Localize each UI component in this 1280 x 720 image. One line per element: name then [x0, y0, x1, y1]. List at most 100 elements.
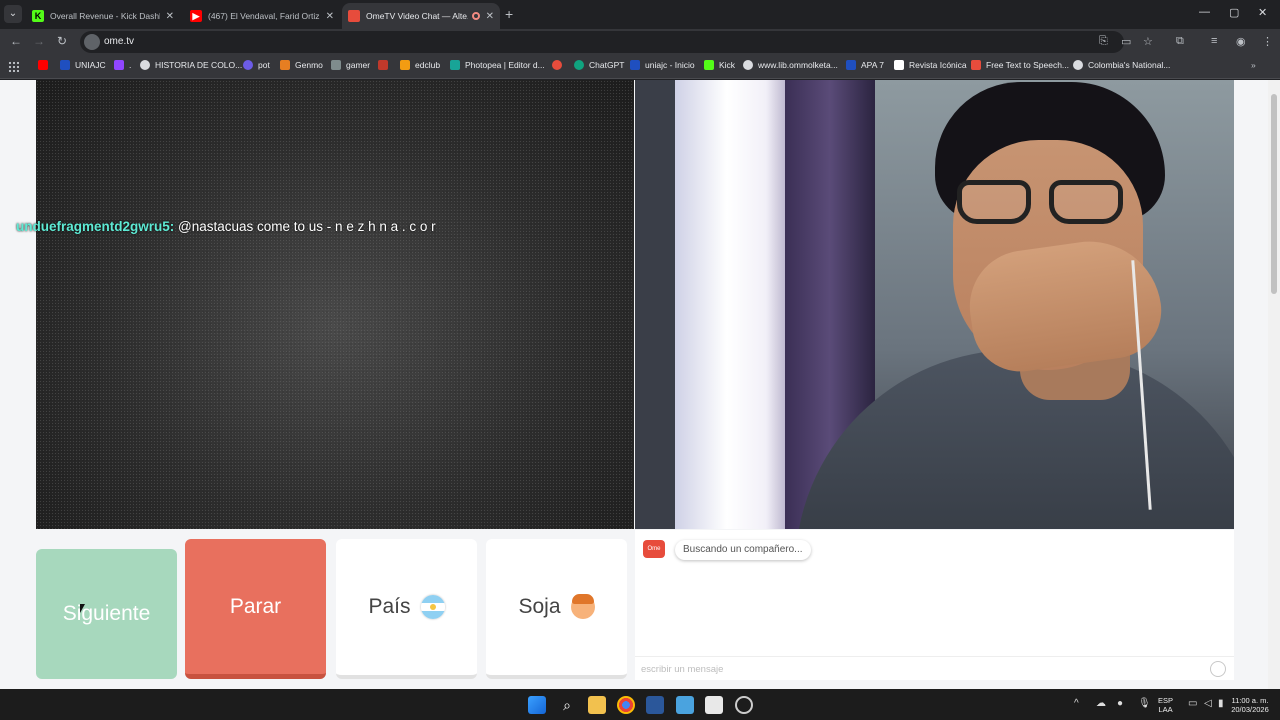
- app-icon[interactable]: [676, 696, 694, 714]
- language-code: ESP: [1158, 696, 1174, 705]
- bookmark-item[interactable]: edclub: [400, 60, 440, 70]
- chrome-icon[interactable]: [617, 696, 635, 714]
- bookmark-label: edclub: [415, 60, 441, 70]
- clock-time: 11:00 a. m.: [1231, 696, 1269, 705]
- bookmark-star-icon[interactable]: ☆: [1143, 35, 1153, 48]
- bookmark-item[interactable]: .: [114, 60, 131, 70]
- bookmark-favicon: [894, 60, 904, 70]
- close-icon[interactable]: ✕: [326, 11, 334, 22]
- windows-taskbar: ⌕ ^ ☁ ● 🎙 ESP LAA ▭ ◁ ▮ 11:00 a. m. 20/0…: [0, 689, 1280, 720]
- tray-app-icon[interactable]: ●: [1117, 698, 1123, 709]
- search-icon[interactable]: ⌕: [558, 696, 576, 714]
- bookmark-item[interactable]: Kick: [704, 60, 735, 70]
- chat-logo-text: Ome TV: [647, 546, 661, 570]
- translate-icon[interactable]: ⎘: [1099, 35, 1108, 48]
- store-icon[interactable]: [705, 696, 723, 714]
- bookmark-item[interactable]: Genmo: [280, 60, 323, 70]
- bookmark-item[interactable]: [38, 60, 53, 70]
- clock[interactable]: 11:00 a. m. 20/03/2026: [1224, 696, 1276, 714]
- bookmark-favicon: [400, 60, 410, 70]
- bookmark-label: Revista Icónica: [909, 60, 967, 70]
- bookmark-item[interactable]: gamer: [331, 60, 370, 70]
- chatgpt-icon: [574, 60, 584, 70]
- globe-icon: [1073, 60, 1083, 70]
- reload-icon[interactable]: ↻: [57, 34, 67, 48]
- recording-app-icon[interactable]: [735, 696, 753, 714]
- status-text: Buscando un compañero...: [683, 544, 803, 555]
- video-person-glasses: [957, 180, 1127, 228]
- volume-icon[interactable]: ◁: [1204, 698, 1212, 709]
- clock-date: 20/03/2026: [1231, 705, 1269, 714]
- bookmark-label: Genmo: [295, 60, 323, 70]
- battery-icon[interactable]: ▮: [1218, 698, 1224, 709]
- tab-search-button[interactable]: ⌄: [4, 5, 22, 23]
- bookmark-item[interactable]: HISTORIA DE COLO...: [140, 60, 242, 70]
- stop-button[interactable]: Parar: [185, 539, 326, 679]
- bookmark-item[interactable]: Colombia's National...: [1073, 60, 1170, 70]
- tab-kick-dashboard[interactable]: K Overall Revenue - Kick Dashbo... ✕: [26, 3, 180, 29]
- bookmark-item[interactable]: UNIAJC: [60, 60, 106, 70]
- address-bar[interactable]: ome.tv: [80, 31, 1124, 53]
- scrollbar-thumb[interactable]: [1271, 94, 1277, 294]
- page-scrollbar[interactable]: [1268, 80, 1280, 689]
- tab-title: Overall Revenue - Kick Dashbo...: [50, 11, 160, 21]
- close-icon[interactable]: ✕: [486, 11, 494, 22]
- more-bookmarks-icon[interactable]: »: [1251, 60, 1256, 70]
- forward-icon[interactable]: →: [33, 34, 45, 48]
- kick-icon: K: [32, 10, 44, 22]
- maximize-icon[interactable]: ▢: [1229, 6, 1239, 19]
- file-explorer-icon[interactable]: [588, 696, 606, 714]
- bookmark-item[interactable]: Revista Icónica: [894, 60, 967, 70]
- glasses-lens: [1049, 180, 1123, 224]
- next-button-label: Siguiente: [62, 602, 151, 625]
- country-button[interactable]: País: [336, 539, 477, 679]
- bookmark-favicon: [280, 60, 290, 70]
- site-info-icon[interactable]: [84, 34, 100, 50]
- network-icon[interactable]: ▭: [1188, 698, 1197, 709]
- profile-avatar[interactable]: ◉: [1236, 35, 1246, 48]
- static-noise: [36, 80, 634, 529]
- windows-start-icon[interactable]: [528, 696, 546, 714]
- menu-icon[interactable]: ⋮: [1262, 35, 1273, 48]
- back-icon[interactable]: ←: [10, 34, 22, 48]
- bookmark-favicon: [552, 60, 562, 70]
- ometv-logo-icon: Ome TV: [643, 540, 665, 570]
- stream-chat-message: unduefragmentd2gwru5: @nastacuas come to…: [16, 219, 436, 234]
- bookmark-item: [552, 60, 567, 70]
- browser-toolbar: ← → ↻ ome.tv ⎘ ▭ ☆ ⧉ ≡ ◉ ⋮: [0, 29, 1280, 55]
- bookmark-item[interactable]: pot: [243, 60, 270, 70]
- emoji-icon[interactable]: [1210, 661, 1226, 677]
- bookmark-item[interactable]: www.lib.ommolketa...: [743, 60, 838, 70]
- message-input[interactable]: [641, 661, 1201, 677]
- language-indicator[interactable]: ESP LAA: [1158, 696, 1173, 714]
- country-button-label: País: [368, 595, 411, 618]
- media-control-icon[interactable]: ≡: [1211, 35, 1217, 47]
- onedrive-icon[interactable]: ☁: [1096, 698, 1106, 709]
- youtube-icon: [38, 60, 48, 70]
- tab-youtube[interactable]: ▶ (467) El Vendaval, Farid Ortiz - ... ✕: [184, 3, 340, 29]
- bookmark-item[interactable]: uniajc - Inicio: [630, 60, 695, 70]
- window-close-icon[interactable]: ✕: [1258, 6, 1267, 19]
- tray-overflow-icon[interactable]: ^: [1074, 698, 1079, 709]
- tab-ometv[interactable]: OmeTV Video Chat — Alte... ✕: [342, 3, 500, 29]
- bookmark-item[interactable]: Free Text to Speech...: [971, 60, 1069, 70]
- close-icon[interactable]: ✕: [166, 11, 174, 22]
- extensions-icon[interactable]: ⧉: [1176, 35, 1184, 48]
- microphone-icon[interactable]: 🎙: [1138, 698, 1151, 709]
- bookmark-item[interactable]: Photopea | Editor d...: [450, 60, 545, 70]
- word-icon[interactable]: [646, 696, 664, 714]
- gender-button[interactable]: Soja: [486, 539, 627, 679]
- bookmark-item[interactable]: APA 7: [846, 60, 884, 70]
- stop-button-label: Parar: [229, 594, 282, 618]
- partner-video: [36, 80, 634, 529]
- next-button[interactable]: Siguiente: [36, 549, 177, 679]
- bookmark-favicon: [971, 60, 981, 70]
- bookmark-favicon: [846, 60, 856, 70]
- bookmark-item[interactable]: ChatGPT: [574, 60, 624, 70]
- glasses-lens: [957, 180, 1031, 224]
- minimize-icon[interactable]: —: [1199, 6, 1210, 18]
- photopea-icon: [450, 60, 460, 70]
- cast-icon[interactable]: ▭: [1121, 35, 1131, 48]
- new-tab-button[interactable]: +: [505, 6, 513, 22]
- apps-icon[interactable]: [8, 61, 19, 72]
